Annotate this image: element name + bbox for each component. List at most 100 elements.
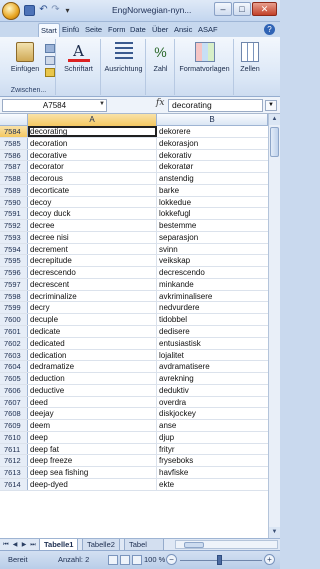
row-header[interactable]: 7601 bbox=[0, 326, 28, 337]
redo-icon[interactable]: ↷ bbox=[50, 5, 61, 16]
maximize-button[interactable]: □ bbox=[233, 2, 251, 16]
styles-button-label[interactable]: Formatvorlagen bbox=[176, 64, 233, 73]
cell-norwegian[interactable]: lokkedue bbox=[157, 197, 268, 208]
format-painter-icon[interactable] bbox=[45, 68, 55, 77]
row-header[interactable]: 7591 bbox=[0, 208, 28, 220]
cut-icon[interactable] bbox=[45, 44, 55, 53]
cell-english[interactable]: decrescendo bbox=[28, 267, 157, 278]
copy-icon[interactable] bbox=[45, 56, 55, 65]
cell-norwegian[interactable]: avdramatisere bbox=[157, 361, 268, 372]
cell-english[interactable]: decoration bbox=[28, 137, 157, 149]
cell-norwegian[interactable]: anstendig bbox=[157, 173, 268, 184]
cell-english[interactable]: decoy duck bbox=[28, 208, 157, 220]
vertical-scrollbar[interactable]: ▲ ▼ bbox=[268, 114, 280, 538]
cell-english[interactable]: decriminalize bbox=[28, 290, 157, 302]
row-header[interactable]: 7606 bbox=[0, 384, 28, 396]
cell-norwegian[interactable]: dekorasjon bbox=[157, 138, 268, 149]
cell-norwegian[interactable]: minkande bbox=[157, 279, 268, 290]
row-header[interactable]: 7593 bbox=[0, 231, 28, 243]
cell-english[interactable]: deep sea fishing bbox=[28, 467, 157, 478]
cell-norwegian[interactable]: veikskap bbox=[157, 255, 268, 266]
font-color-icon[interactable]: A bbox=[67, 42, 90, 62]
row-header[interactable]: 7592 bbox=[0, 220, 28, 231]
cell-english[interactable]: decree nisi bbox=[28, 231, 157, 243]
cell-english[interactable]: decrescent bbox=[28, 278, 157, 290]
cell-english[interactable]: dedramatize bbox=[28, 361, 157, 373]
cell-norwegian[interactable]: deduktiv bbox=[157, 385, 268, 396]
vertical-scroll-thumb[interactable] bbox=[270, 127, 279, 157]
cell-norwegian[interactable]: tidobbel bbox=[157, 314, 268, 325]
row-header[interactable]: 7609 bbox=[0, 420, 28, 431]
cell-english[interactable]: dedicate bbox=[28, 326, 157, 337]
row-header[interactable]: 7605 bbox=[0, 373, 28, 384]
alignment-button-label[interactable]: Ausrichtung bbox=[102, 64, 145, 73]
cell-norwegian[interactable]: bestemme bbox=[157, 220, 268, 231]
cell-norwegian[interactable]: overdra bbox=[157, 397, 268, 408]
row-header[interactable]: 7588 bbox=[0, 173, 28, 184]
cell-english[interactable]: decorticate bbox=[28, 184, 157, 196]
cell-english[interactable]: deductive bbox=[28, 384, 157, 396]
tab-view[interactable]: Ansic bbox=[172, 23, 194, 37]
expand-formula-bar-icon[interactable]: ▼ bbox=[265, 100, 277, 111]
row-header[interactable]: 7596 bbox=[0, 267, 28, 278]
cell-english[interactable]: decorator bbox=[28, 161, 157, 173]
cell-english[interactable]: decry bbox=[28, 302, 157, 314]
cell-english[interactable]: decrement bbox=[28, 243, 157, 255]
column-header-a[interactable]: A bbox=[28, 114, 157, 126]
alignment-icon[interactable] bbox=[114, 42, 133, 62]
row-header[interactable]: 7586 bbox=[0, 149, 28, 161]
prev-sheet-icon[interactable]: ◀ bbox=[11, 540, 19, 550]
page-break-view-icon[interactable] bbox=[132, 555, 142, 565]
row-header[interactable]: 7599 bbox=[0, 302, 28, 314]
zoom-out-icon[interactable]: − bbox=[166, 554, 177, 565]
scroll-up-icon[interactable]: ▲ bbox=[269, 114, 280, 125]
undo-icon[interactable]: ↶ bbox=[38, 5, 49, 16]
cell-english[interactable]: deep-dyed bbox=[28, 478, 157, 490]
scroll-down-icon[interactable]: ▼ bbox=[269, 527, 280, 538]
cell-english[interactable]: decorating bbox=[28, 126, 157, 137]
row-header[interactable]: 7597 bbox=[0, 278, 28, 290]
row-header[interactable]: 7595 bbox=[0, 255, 28, 267]
cell-norwegian[interactable]: lojalitet bbox=[157, 350, 268, 361]
row-header[interactable]: 7589 bbox=[0, 184, 28, 196]
tab-review[interactable]: Über bbox=[150, 23, 170, 37]
cell-norwegian[interactable]: avrekning bbox=[157, 373, 268, 384]
tab-data[interactable]: Date bbox=[128, 23, 148, 37]
cell-norwegian[interactable]: svinn bbox=[157, 244, 268, 255]
cell-norwegian[interactable]: ekte bbox=[157, 479, 268, 490]
next-sheet-icon[interactable]: ▶ bbox=[20, 540, 28, 550]
cell-norwegian[interactable]: barke bbox=[157, 185, 268, 196]
help-icon[interactable]: ? bbox=[264, 24, 275, 35]
cell-english[interactable]: decrepitude bbox=[28, 255, 157, 267]
cell-norwegian[interactable]: separasjon bbox=[157, 232, 268, 243]
horizontal-scroll-thumb[interactable] bbox=[184, 542, 204, 548]
row-header[interactable]: 7611 bbox=[0, 443, 28, 455]
cell-english[interactable]: deejay bbox=[28, 408, 157, 420]
cells-button-label[interactable]: Zellen bbox=[235, 64, 265, 73]
close-button[interactable]: ✕ bbox=[252, 2, 277, 16]
row-header[interactable]: 7608 bbox=[0, 408, 28, 420]
styles-icon[interactable] bbox=[194, 42, 215, 62]
horizontal-scrollbar[interactable] bbox=[175, 540, 278, 549]
row-header[interactable]: 7585 bbox=[0, 137, 28, 149]
cell-norwegian[interactable]: djup bbox=[157, 432, 268, 443]
name-box[interactable]: A7584 bbox=[2, 99, 107, 112]
cell-norwegian[interactable]: diskjockey bbox=[157, 408, 268, 419]
cells-icon[interactable] bbox=[241, 42, 259, 62]
last-sheet-icon[interactable]: ⏭ bbox=[29, 540, 37, 550]
cell-english[interactable]: decorous bbox=[28, 173, 157, 184]
cell-norwegian[interactable]: fryseboks bbox=[157, 455, 268, 466]
tab-start[interactable]: Start bbox=[38, 23, 60, 37]
page-layout-view-icon[interactable] bbox=[120, 555, 130, 565]
row-header[interactable]: 7607 bbox=[0, 396, 28, 408]
cell-norwegian[interactable]: havfiske bbox=[157, 467, 268, 478]
cell-english[interactable]: decorative bbox=[28, 149, 157, 161]
cell-english[interactable]: deep fat bbox=[28, 443, 157, 455]
first-sheet-icon[interactable]: ⏮ bbox=[2, 540, 10, 550]
normal-view-icon[interactable] bbox=[108, 555, 118, 565]
cell-english[interactable]: deduction bbox=[28, 373, 157, 384]
cell-english[interactable]: decree bbox=[28, 220, 157, 231]
cell-norwegian[interactable]: dedisere bbox=[157, 326, 268, 337]
cell-norwegian[interactable]: nedvurdere bbox=[157, 302, 268, 313]
cell-norwegian[interactable]: frityr bbox=[157, 444, 268, 455]
